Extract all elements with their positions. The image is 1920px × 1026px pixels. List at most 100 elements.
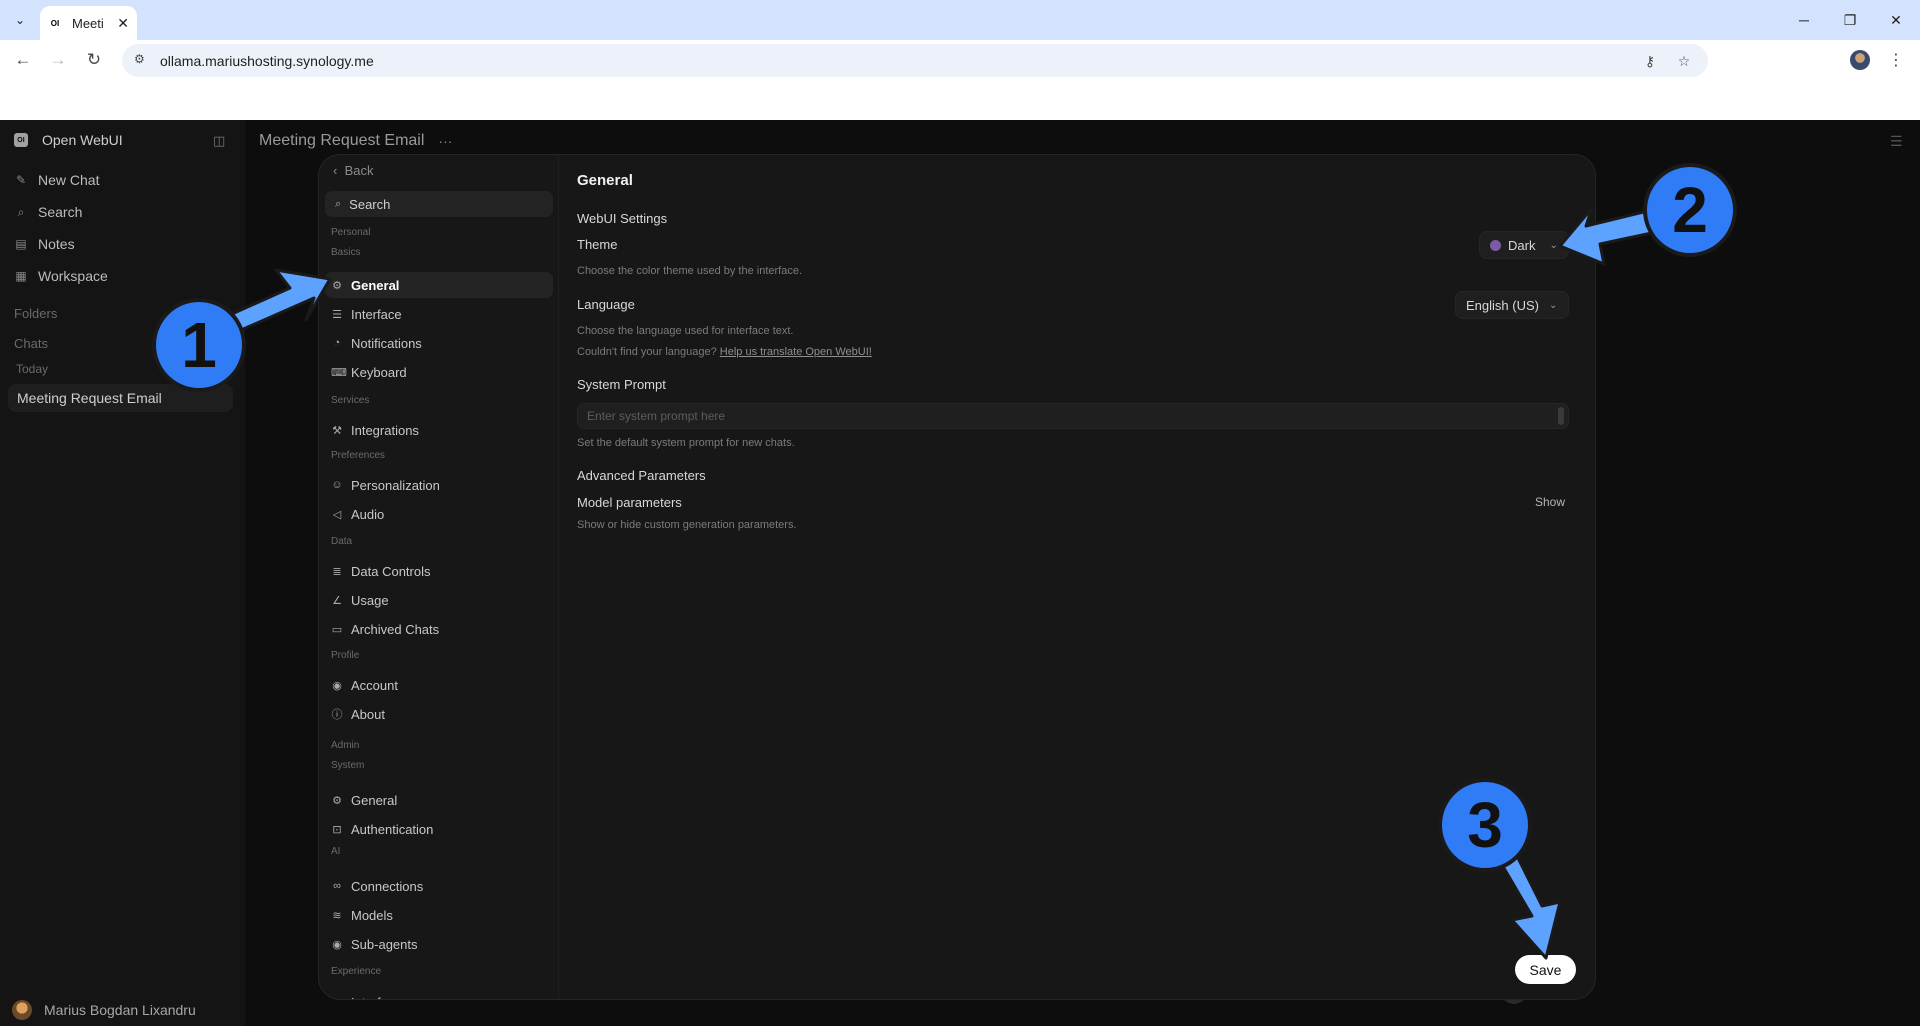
tab-title: Meeti [72, 15, 104, 31]
translate-note: Couldn't find your language? Help us tra… [577, 346, 872, 358]
sidebar-item-search[interactable]: ⌕ Search [14, 204, 83, 220]
bookmark-star-icon[interactable]: ☆ [1674, 53, 1694, 69]
settings-nav-item-interface[interactable]: ☰ Interface [331, 301, 553, 327]
chat-more-icon[interactable]: ··· [438, 133, 452, 149]
speaker-icon: ◁ [332, 508, 342, 521]
settings-nav-item-general[interactable]: ⚙ General [325, 272, 553, 298]
settings-nav-label: Integrations [351, 422, 419, 438]
settings-nav-item-audio[interactable]: ◁ Audio [331, 501, 553, 527]
sidebar-item-label: Workspace [38, 268, 108, 284]
settings-nav-item-sub-agents[interactable]: ◉ Sub-agents [331, 931, 553, 957]
settings-nav-section: Profile [331, 650, 360, 661]
settings-search[interactable]: ⌕ Search [325, 191, 553, 217]
model-parameters-toggle[interactable]: Show [1535, 495, 1565, 509]
input-scrollbar[interactable] [1558, 407, 1564, 425]
sidebar-user[interactable]: Marius Bogdan Lixandru [12, 1000, 196, 1020]
link-icon: ∞ [333, 880, 341, 892]
sidebar-item-workspace[interactable]: ▦ Workspace [14, 268, 108, 284]
restore-icon[interactable]: ❐ [1838, 8, 1862, 32]
chart-icon: ∠ [332, 594, 342, 607]
search-icon: ⌕ [17, 204, 25, 219]
info-icon: ⓘ [331, 709, 343, 721]
tab-list-chevron-icon[interactable]: ⌄ [8, 8, 32, 32]
chevron-down-icon: ⌄ [1549, 239, 1558, 251]
settings-nav-label: About [351, 706, 385, 722]
settings-nav-item-usage[interactable]: ∠ Usage [331, 587, 553, 613]
chat-title[interactable]: Meeting Request Email [259, 132, 424, 150]
settings-nav-item-integrations[interactable]: ⚒ Integrations [331, 417, 553, 443]
site-info-icon[interactable]: ⚙ [134, 52, 150, 68]
sidebar-item-notes[interactable]: ▤ Notes [14, 236, 75, 252]
webui-settings-label: WebUI Settings [577, 211, 668, 226]
back-arrow-icon[interactable]: ← [11, 48, 35, 72]
sidebar-item-new-chat[interactable]: ✎ New Chat [14, 172, 100, 188]
settings-nav-item-connections[interactable]: ∞ Connections [331, 873, 553, 899]
theme-description: Choose the color theme used by the inter… [577, 265, 803, 277]
settings-nav-section: Experience [331, 966, 382, 977]
model-parameters-label: Model parameters [577, 495, 682, 510]
reload-icon[interactable]: ↻ [82, 48, 106, 72]
controls-icon[interactable]: ☰ [1890, 133, 1903, 150]
settings-nav-label: Audio [351, 506, 385, 522]
settings-nav-item-models[interactable]: ≋ Models [331, 902, 553, 928]
settings-nav-section: System [331, 760, 365, 771]
translate-link[interactable]: Help us translate Open WebUI! [720, 346, 872, 358]
address-url: ollama.mariushosting.synology.me [160, 52, 374, 69]
settings-nav-item-archived-chats[interactable]: ▭ Archived Chats [331, 616, 553, 642]
search-icon: ⌕ [335, 197, 342, 210]
app-brand[interactable]: OI Open WebUI [14, 132, 123, 148]
settings-content: General WebUI Settings Theme Dark ⌄ Choo… [577, 155, 1577, 999]
open-webui-app: OI Open WebUI ◫ ✎ New Chat ⌕ Search ▤ No… [0, 120, 1920, 1026]
theme-select[interactable]: Dark ⌄ [1479, 231, 1569, 259]
settings-nav-item-account[interactable]: ◉ Account [331, 672, 553, 698]
settings-nav-item-interface[interactable]: ▭ Interface [331, 989, 553, 1000]
browser-tab[interactable]: OI Meeti ✕ [40, 6, 137, 40]
chat-title-bar: Meeting Request Email ··· [259, 132, 452, 150]
save-button[interactable]: Save [1515, 955, 1576, 984]
browser-profile-avatar[interactable] [1850, 50, 1870, 70]
window-close-icon[interactable]: ✕ [1884, 8, 1908, 32]
tab-close-icon[interactable]: ✕ [117, 15, 129, 32]
app-sidebar: OI Open WebUI ◫ ✎ New Chat ⌕ Search ▤ No… [0, 120, 245, 1026]
settings-nav-item-general[interactable]: ⚙ General [331, 787, 553, 813]
settings-nav-item-keyboard[interactable]: ⌨ Keyboard [331, 359, 553, 385]
database-icon: ≣ [332, 565, 342, 578]
language-select[interactable]: English (US) ⌄ [1455, 291, 1569, 319]
advanced-parameters-label: Advanced Parameters [577, 468, 706, 483]
settings-nav-section: Services [331, 395, 370, 406]
archive-icon: ▭ [331, 623, 343, 636]
notes-icon: ▤ [15, 237, 27, 251]
theme-color-dot [1490, 239, 1501, 251]
settings-nav-section: Preferences [331, 450, 385, 461]
settings-nav-item-data-controls[interactable]: ≣ Data Controls [331, 558, 553, 584]
settings-nav-item-personalization[interactable]: ☺ Personalization [331, 472, 553, 498]
sidebar-item-label: Notes [38, 236, 75, 252]
sidebar-toggle-icon[interactable]: ◫ [213, 133, 225, 149]
system-prompt-input[interactable]: Enter system prompt here [577, 403, 1569, 429]
forward-arrow-icon[interactable]: → [46, 48, 70, 72]
settings-nav-label: Notifications [351, 335, 422, 351]
sidebar-chats-label[interactable]: Chats [14, 336, 48, 351]
sidebar-folders-label[interactable]: Folders [14, 306, 57, 321]
settings-nav-label: Sub-agents [351, 936, 418, 952]
settings-nav-section: AI [331, 846, 341, 857]
browser-bookmarks-strip [0, 80, 1920, 120]
settings-nav-label: Authentication [351, 821, 434, 837]
password-key-icon[interactable]: ⚷ [1640, 53, 1660, 69]
user-icon: ◉ [332, 679, 342, 692]
browser-menu-icon[interactable]: ⋮ [1886, 49, 1906, 71]
settings-back-button[interactable]: ‹ Back [333, 163, 373, 178]
chevron-down-icon: ⌄ [1548, 299, 1558, 311]
settings-nav-item-about[interactable]: ⓘ About [331, 701, 553, 727]
user-name: Marius Bogdan Lixandru [44, 1002, 196, 1018]
settings-nav-item-authentication[interactable]: ⊡ Authentication [331, 816, 553, 842]
system-prompt-label: System Prompt [577, 377, 666, 392]
settings-divider [558, 155, 559, 999]
settings-nav-label: Usage [351, 592, 389, 608]
settings-nav-item-notifications[interactable]: ◔ Notifications [331, 330, 553, 356]
settings-nav-label: Personalization [351, 477, 440, 493]
minimize-icon[interactable]: ─ [1792, 8, 1816, 32]
language-value: English (US) [1466, 297, 1539, 313]
address-bar[interactable]: ⚙ ollama.mariushosting.synology.me ⚷ ☆ [122, 44, 1708, 77]
gear-icon: ⚙ [332, 794, 342, 807]
